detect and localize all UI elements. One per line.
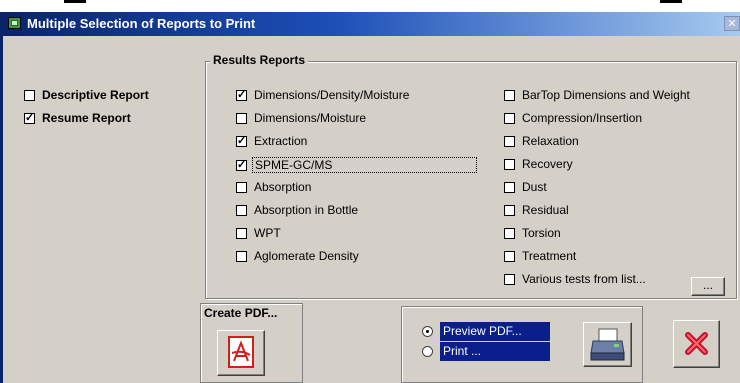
checkbox-label: Dimensions/Density/Moisture [254, 88, 410, 102]
descriptive-report-checkbox[interactable]: Descriptive Report [24, 88, 149, 102]
window-title: Multiple Selection of Reports to Print [27, 16, 256, 31]
checkbox-box[interactable] [504, 227, 515, 239]
report-dimensions-density-moisture[interactable]: Dimensions/Density/Moisture [236, 88, 409, 102]
print-radio[interactable]: Print ... [422, 342, 550, 361]
app-icon [8, 17, 21, 29]
close-window-button[interactable]: ✕ [724, 16, 740, 31]
checkbox-box[interactable] [236, 227, 247, 239]
checkbox-box[interactable] [24, 111, 35, 125]
top-strip [0, 0, 740, 12]
checkbox-box[interactable] [504, 89, 515, 101]
window-left-edge [0, 12, 3, 383]
checkbox-label: Recovery [522, 157, 573, 171]
checkbox-label: Dimensions/Moisture [254, 111, 367, 125]
close-x-icon [685, 332, 708, 355]
checkbox-label: Absorption in Bottle [254, 203, 359, 217]
checkbox-label: SPME-GC/MS [252, 157, 477, 173]
checkbox-label: WPT [254, 226, 281, 240]
checkbox-box[interactable] [24, 89, 35, 101]
checkbox-box[interactable] [236, 181, 247, 193]
checkbox-label: Treatment [522, 249, 577, 263]
results-reports-title: Results Reports [210, 53, 309, 67]
preview-pdf-radio[interactable]: Preview PDF... [422, 322, 550, 341]
checkbox-box[interactable] [236, 112, 247, 124]
title-bar[interactable]: Multiple Selection of Reports to Print ✕ [3, 12, 740, 36]
checkbox-label: Aglomerate Density [254, 249, 359, 263]
checkbox-label: Extraction [254, 134, 308, 148]
checkbox-label: Descriptive Report [42, 88, 149, 102]
resume-report-checkbox[interactable]: Resume Report [24, 111, 131, 125]
strip-mark [64, 0, 86, 3]
radio-dot[interactable] [422, 346, 433, 357]
checkbox-box[interactable] [236, 134, 247, 148]
checkbox-box[interactable] [236, 250, 247, 262]
report-absorption[interactable]: Absorption [236, 180, 311, 194]
checkbox-label: Relaxation [522, 134, 579, 148]
report-residual[interactable]: Residual [504, 203, 569, 217]
create-pdf-label: Create PDF... [204, 306, 278, 320]
report-spme-gc-ms[interactable]: SPME-GC/MS [236, 157, 477, 173]
report-aglomerate-density[interactable]: Aglomerate Density [236, 249, 359, 263]
checkbox-box[interactable] [504, 250, 515, 262]
print-button[interactable] [583, 322, 632, 367]
checkbox-label: Compression/Insertion [522, 111, 643, 125]
checkbox-box[interactable] [504, 204, 515, 216]
checkbox-box[interactable] [236, 204, 247, 216]
checkbox-box[interactable] [504, 112, 515, 124]
checkbox-box[interactable] [504, 273, 515, 285]
checkbox-box[interactable] [504, 158, 515, 170]
report-dimensions-moisture[interactable]: Dimensions/Moisture [236, 111, 366, 125]
report-dust[interactable]: Dust [504, 180, 547, 194]
pdf-icon [228, 336, 254, 368]
checkbox-box[interactable] [504, 135, 515, 147]
checkbox-label: Dust [522, 180, 547, 194]
checkbox-label: Various tests from list... [522, 272, 646, 286]
report-treatment[interactable]: Treatment [504, 249, 576, 263]
radio-label: Preview PDF... [440, 322, 550, 341]
various-tests-browse-button[interactable]: ... [691, 277, 725, 296]
cancel-button[interactable] [673, 320, 720, 368]
report-extraction[interactable]: Extraction [236, 134, 307, 148]
checkbox-label: Residual [522, 203, 569, 217]
printer-icon [590, 328, 625, 361]
report-torsion[interactable]: Torsion [504, 226, 561, 240]
checkbox-box[interactable] [504, 181, 515, 193]
report-wpt[interactable]: WPT [236, 226, 281, 240]
checkbox-box[interactable] [236, 158, 247, 172]
report-relaxation[interactable]: Relaxation [504, 134, 579, 148]
radio-label: Print ... [440, 342, 550, 361]
checkbox-label: BarTop Dimensions and Weight [522, 88, 690, 102]
report-absorption-in-bottle[interactable]: Absorption in Bottle [236, 203, 358, 217]
report-various-tests[interactable]: Various tests from list... [504, 272, 646, 286]
checkbox-box[interactable] [236, 88, 247, 102]
report-compression-insertion[interactable]: Compression/Insertion [504, 111, 642, 125]
create-pdf-button[interactable] [217, 330, 265, 376]
checkbox-label: Torsion [522, 226, 561, 240]
checkbox-label: Resume Report [42, 111, 131, 125]
checkbox-label: Absorption [254, 180, 312, 194]
report-recovery[interactable]: Recovery [504, 157, 573, 171]
strip-mark [660, 0, 682, 3]
report-bartop-dimensions-weight[interactable]: BarTop Dimensions and Weight [504, 88, 690, 102]
radio-dot[interactable] [422, 326, 433, 337]
